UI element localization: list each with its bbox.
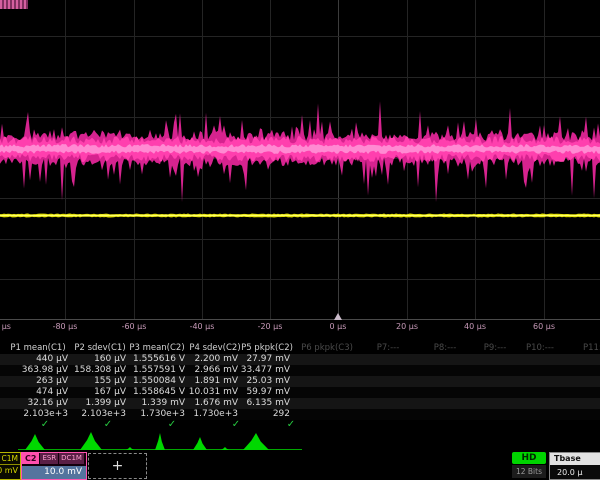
cropped-label [0,0,28,9]
table-cell: 6.135 mV [228,398,290,409]
c1-descriptor-box[interactable]: C1M 0 mV [0,452,21,480]
table-cell: 474 µV [6,387,68,398]
table-cell: 167 µV [64,387,126,398]
c1-flat-trace [0,0,600,321]
table-cell: 27.97 mV [228,354,290,365]
oscilloscope-screen: -100 µs -80 µs -60 µs -40 µs -20 µs 0 µs 20 µs… [0,0,600,480]
trigger-position-marker[interactable] [334,313,342,320]
c2-coupling-badge: DC1M [59,453,84,464]
time-axis-label: -80 µs [33,322,97,331]
table-row: 440 µV160 µV1.555616 V2.200 mV27.97 mV [0,354,600,365]
table-row: 32.16 µV1.399 µV1.339 mV1.676 mV6.135 mV [0,398,600,409]
histicon-peak [126,447,134,450]
add-trace-button[interactable]: + [88,453,147,479]
c2-descriptor-header: C2 ESR DC1M [22,453,86,464]
histicon-peak [193,437,207,450]
parameter-header[interactable]: P11:--- [583,343,600,354]
c2-channel-badge: C2 [22,453,39,464]
table-cell: 263 µV [6,376,68,387]
time-axis-label: 20 µs [375,322,439,331]
c2-eres-badge: ESR [40,453,58,464]
time-axis-label: -40 µs [170,322,234,331]
histicon-peak [80,432,102,450]
time-axis-label: -20 µs [238,322,302,331]
histicon-peak [25,434,45,450]
table-cell: 1.399 µV [64,398,126,409]
histicon-strip[interactable] [0,431,600,452]
table-cell: 32.16 µV [6,398,68,409]
parameter-header[interactable]: P1 mean(C1) [10,343,65,354]
c1-vdiv-value: 0 mV [0,466,18,475]
time-axis-label: 60 µs [512,322,576,331]
table-cell: 2.103e+3 [64,409,126,420]
c1-divider [0,464,20,465]
parameter-header[interactable]: P6 pkpk(C3) [301,343,353,354]
table-cell: 160 µV [64,354,126,365]
timebase-title: Tbase [550,453,600,465]
histicon-peak [155,433,165,450]
histicon-peak [221,447,229,450]
table-cell: 33.477 mV [228,365,290,376]
table-row: 2.103e+32.103e+31.730e+31.730e+3292 [0,409,600,420]
c2-descriptor-box[interactable]: C2 ESR DC1M 10.0 mV [21,452,87,480]
status-check-icon: ✓ [232,419,240,430]
c1-coupling-label: C1M [2,454,18,463]
parameter-header[interactable]: P7:--- [377,343,400,354]
time-axis-label: 0 µs [306,322,370,331]
status-check-icon: ✓ [104,419,112,430]
status-check-icon: ✓ [168,419,176,430]
parameter-header[interactable]: P10:--- [526,343,554,354]
hd-bits-label: 12 Bits [512,465,546,478]
descriptor-bar: C1M 0 mV C2 ESR DC1M 10.0 mV + HD 12 Bit… [0,452,600,480]
parameter-header[interactable]: P2 sdev(C1) [74,343,125,354]
parameter-header[interactable]: P5 pkpk(C2) [241,343,293,354]
table-cell: 155 µV [64,376,126,387]
timebase-value: 20.0 µ [550,466,600,479]
waveform-grid[interactable] [0,0,600,320]
parameter-header[interactable]: P9:--- [484,343,507,354]
histicon-peak [243,433,269,450]
table-row: 263 µV155 µV1.550084 V1.891 mV25.03 mV [0,376,600,387]
status-check-icon: ✓ [41,419,49,430]
time-axis-label: -100 µs [0,322,28,331]
table-row: 363.98 µV158.308 µV1.557591 V2.966 mV33.… [0,365,600,376]
table-cell: 363.98 µV [6,365,68,376]
table-cell: 59.97 mV [228,387,290,398]
table-cell: 158.308 µV [64,365,126,376]
status-check-icon: ✓ [287,419,295,430]
hd-mode-badge: HD [512,452,546,464]
table-cell: 2.103e+3 [6,409,68,420]
table-cell: 25.03 mV [228,376,290,387]
parameter-header[interactable]: P8:--- [434,343,457,354]
c2-vdiv-value: 10.0 mV [22,466,86,479]
table-cell: 440 µV [6,354,68,365]
parameter-header[interactable]: P4 sdev(C2) [189,343,240,354]
timebase-descriptor-box[interactable]: Tbase 20.0 µ [549,452,600,480]
table-row: 474 µV167 µV1.558645 V10.031 mV59.97 mV [0,387,600,398]
time-axis-label: 40 µs [443,322,507,331]
time-axis-label: -60 µs [102,322,166,331]
parameter-header[interactable]: P3 mean(C2) [129,343,184,354]
